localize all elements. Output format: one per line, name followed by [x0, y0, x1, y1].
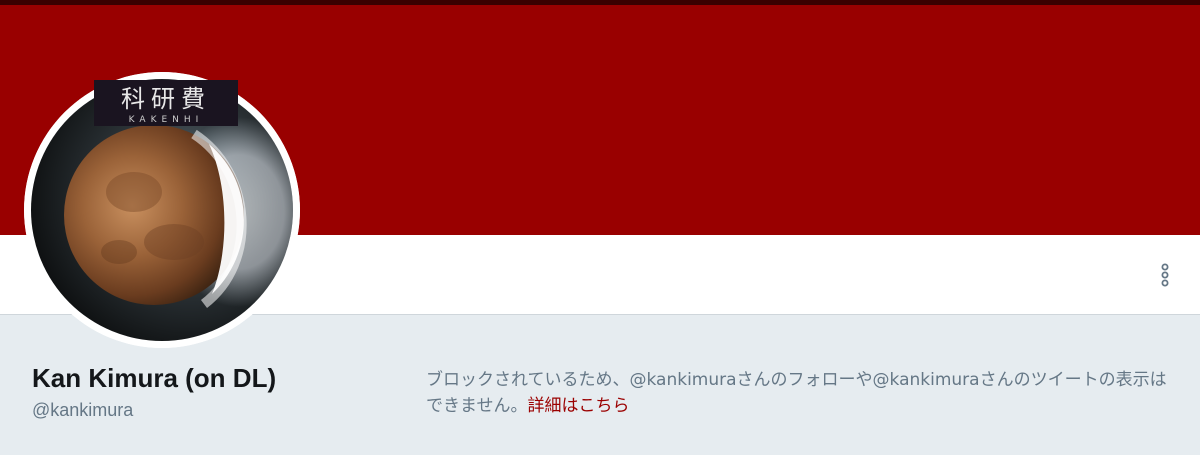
blocked-notice: ブロックされているため、@kankimuraさんのフォローや@kankimura… — [426, 367, 1178, 419]
blocked-notice-handle-1: @kankimura — [629, 370, 737, 390]
more-vertical-icon — [1161, 263, 1169, 287]
profile-handle[interactable]: @kankimura — [32, 400, 133, 421]
svg-text:科研費: 科研費 — [121, 85, 211, 113]
kakenhi-logo-image: 科研費 KAKENHI — [94, 80, 238, 126]
profile-display-name[interactable]: Kan Kimura (on DL) — [32, 363, 276, 394]
kakenhi-logo: 科研費 KAKENHI — [94, 80, 238, 126]
svg-text:KAKENHI: KAKENHI — [129, 115, 204, 125]
blocked-notice-text-2: さんのフォローや — [736, 370, 873, 390]
more-options-button[interactable] — [1150, 258, 1180, 292]
learn-more-link[interactable]: 詳細はこちら — [528, 396, 630, 416]
blocked-notice-handle-2: @kankimura — [872, 370, 980, 390]
blocked-notice-text-1: ブロックされているため、 — [426, 370, 630, 390]
